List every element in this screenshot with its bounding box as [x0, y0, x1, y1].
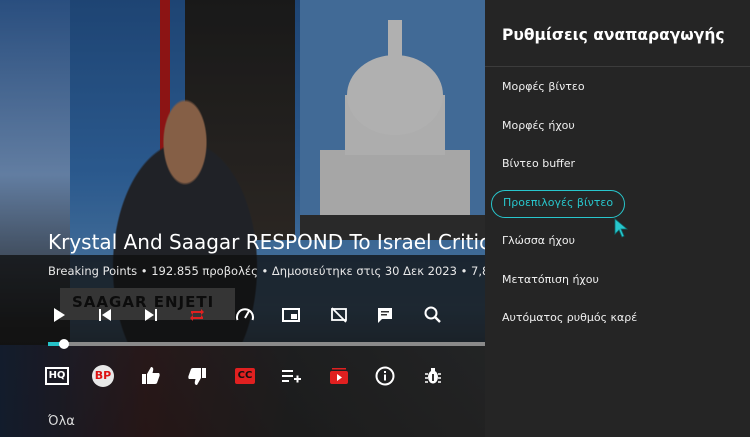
filter-label[interactable]: Όλα — [48, 414, 75, 429]
subscribe-button[interactable] — [326, 363, 352, 389]
menu-item-audio-language[interactable]: Γλώσσα ήχου — [491, 228, 586, 254]
hq-icon: HQ — [44, 367, 70, 385]
repeat-button[interactable] — [184, 302, 210, 328]
panel-divider — [485, 66, 750, 67]
next-button[interactable] — [138, 302, 164, 328]
subscribe-icon — [330, 368, 348, 384]
hq-button[interactable]: HQ — [44, 363, 70, 389]
mouse-cursor-icon — [614, 218, 628, 238]
menu-item-video-presets[interactable]: Προεπιλογές βίντεο — [491, 190, 626, 218]
add-to-playlist-icon — [282, 370, 301, 383]
like-button[interactable] — [138, 363, 164, 389]
cast-button[interactable] — [326, 302, 352, 328]
play-icon — [54, 308, 65, 322]
menu-item-video-buffer[interactable]: Βίντεο buffer — [491, 151, 586, 177]
seek-bar-handle[interactable] — [58, 339, 69, 349]
pip-button[interactable] — [278, 302, 304, 328]
chat-icon — [378, 308, 392, 323]
info-button[interactable] — [372, 363, 398, 389]
previous-button[interactable] — [92, 302, 118, 328]
speed-icon — [236, 308, 254, 321]
like-icon — [142, 367, 160, 384]
add-to-playlist-button[interactable] — [278, 363, 304, 389]
captions-icon: CC — [234, 368, 256, 384]
video-title: Krystal And Saagar RESPOND To Israel Cri… — [48, 230, 485, 254]
search-button[interactable] — [420, 302, 446, 328]
chat-button[interactable] — [372, 302, 398, 328]
debug-icon — [425, 368, 441, 384]
speed-button[interactable] — [232, 302, 258, 328]
dislike-icon — [188, 368, 206, 385]
repeat-icon — [190, 309, 204, 321]
video-meta: Breaking Points • 192.855 προβολές • Δημ… — [48, 264, 485, 278]
play-button[interactable] — [46, 302, 72, 328]
debug-button[interactable] — [420, 363, 446, 389]
captions-button[interactable]: CC — [232, 363, 258, 389]
picture-in-picture-icon — [282, 308, 300, 322]
panel-title: Ρυθμίσεις αναπαραγωγής — [502, 26, 725, 44]
search-icon — [424, 306, 441, 323]
menu-item-audio-formats[interactable]: Μορφές ήχου — [491, 113, 586, 139]
seek-bar[interactable] — [48, 339, 485, 349]
previous-icon — [99, 309, 111, 321]
menu-item-audio-delay[interactable]: Μετατόπιση ήχου — [491, 267, 610, 293]
menu-item-auto-frame-rate[interactable]: Αυτόματος ρυθμός καρέ — [491, 305, 648, 331]
info-icon — [375, 366, 395, 386]
cast-off-icon — [331, 307, 347, 323]
menu-item-video-formats[interactable]: Μορφές βίντεο — [491, 74, 596, 100]
next-icon — [145, 309, 157, 321]
channel-avatar: BP — [92, 365, 114, 387]
channel-avatar-button[interactable]: BP — [90, 363, 116, 389]
dislike-button[interactable] — [184, 363, 210, 389]
